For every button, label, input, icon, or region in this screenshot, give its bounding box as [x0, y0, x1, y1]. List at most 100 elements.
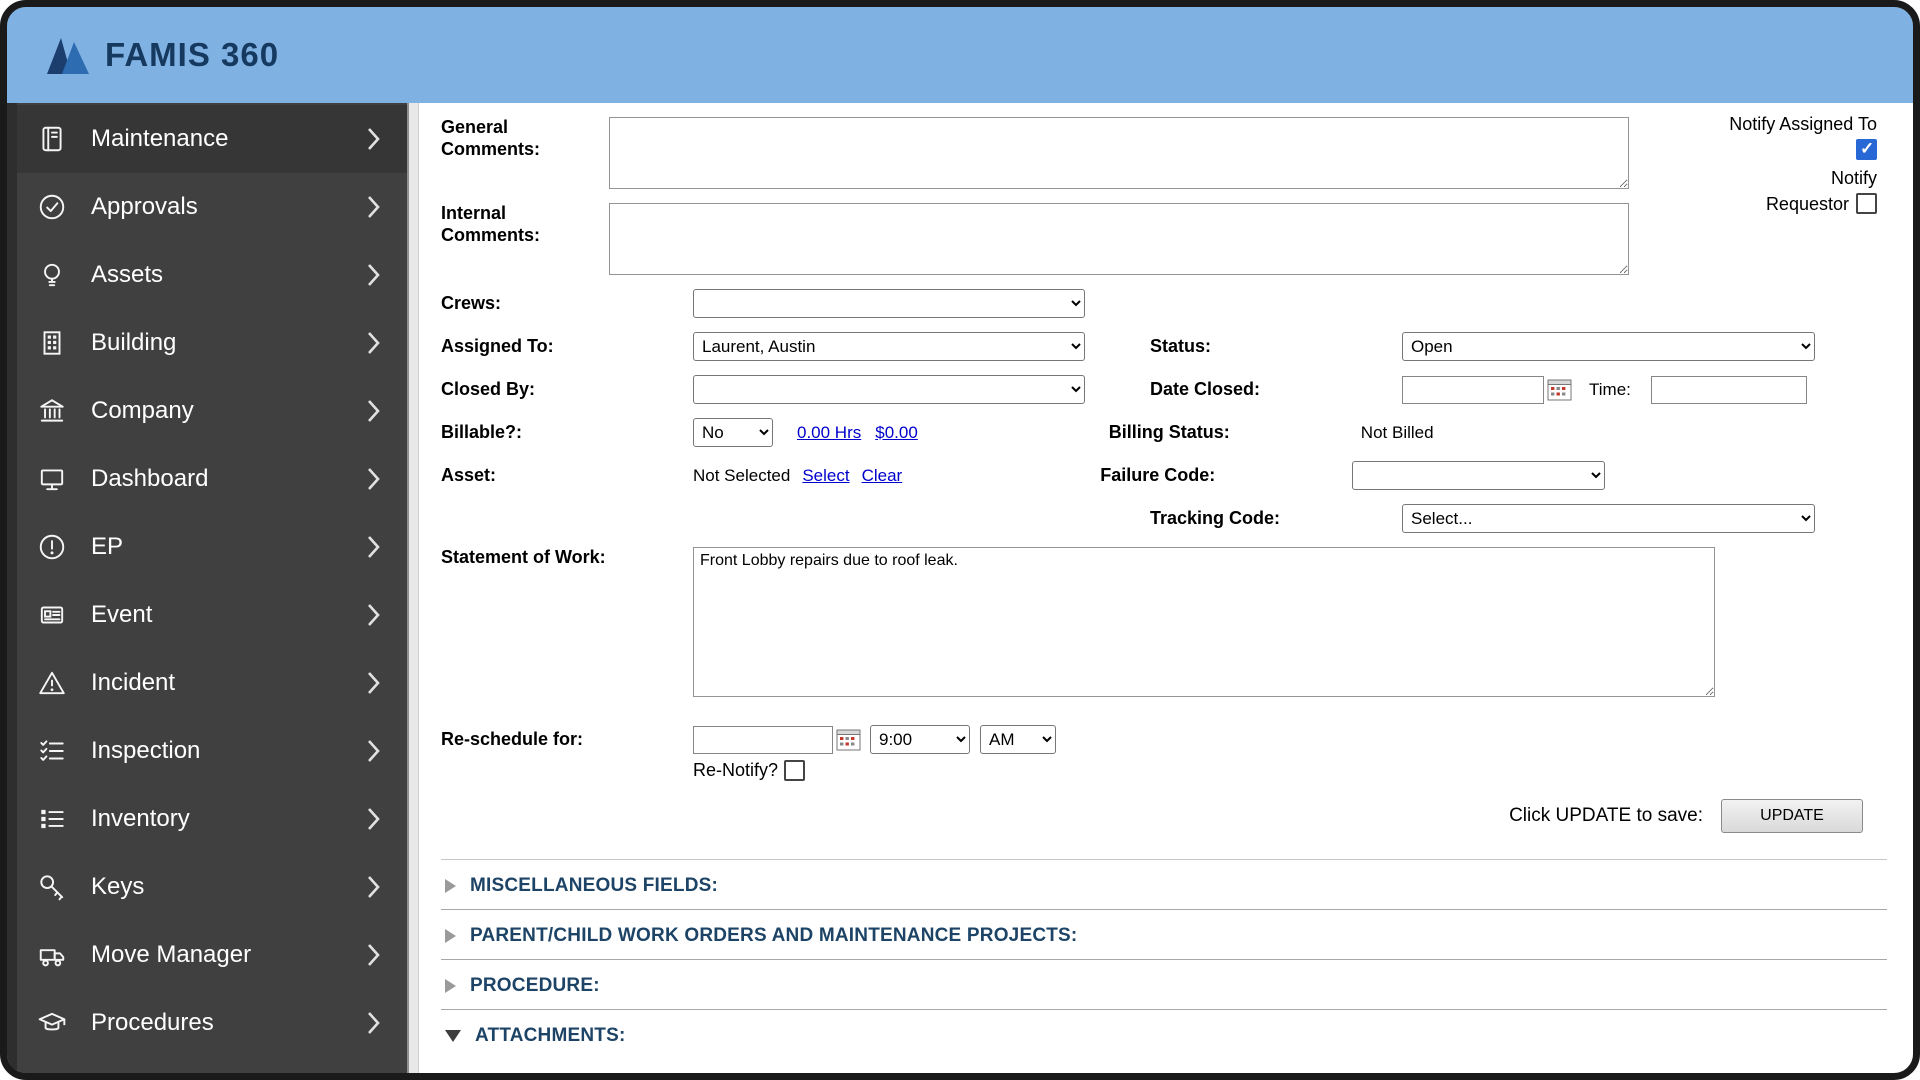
sidebar-item-dashboard[interactable]: Dashboard	[7, 445, 407, 513]
sidebar-item-label: Incident	[91, 669, 176, 696]
sidebar-item-label: Assets	[91, 261, 164, 288]
chevron-right-icon	[367, 670, 381, 696]
sidebar-item-assets[interactable]: Assets	[7, 241, 407, 309]
sidebar-item-company[interactable]: Company	[7, 377, 407, 445]
sidebar-item-event[interactable]: Event	[7, 581, 407, 649]
triangle-right-icon	[445, 929, 456, 943]
sidebar-item-label: Approvals	[91, 193, 198, 220]
collapsible-sections: MISCELLANEOUS FIELDS: PARENT/CHILD WORK …	[441, 859, 1887, 1059]
time-input[interactable]	[1650, 375, 1807, 404]
sidebar-item-label: Keys	[91, 873, 145, 900]
section-attachments[interactable]: ATTACHMENTS:	[441, 1010, 1887, 1059]
chevron-right-icon	[367, 806, 381, 832]
brand-title: FAMIS 360	[105, 36, 280, 73]
general-comments-label: General Comments:	[441, 117, 541, 159]
status-label: Status:	[1150, 335, 1212, 356]
crews-select[interactable]	[693, 289, 1085, 318]
sidebar-item-keys[interactable]: Keys	[7, 853, 407, 921]
triangle-right-icon	[445, 979, 456, 993]
bank-icon	[40, 399, 64, 422]
famis-logo-icon	[47, 38, 89, 74]
date-closed-label: Date Closed:	[1150, 378, 1261, 399]
list-icon	[41, 809, 64, 829]
chevron-right-icon	[367, 398, 381, 424]
sidebar-item-building[interactable]: Building	[7, 309, 407, 377]
internal-comments-label: Internal Comments:	[441, 203, 541, 245]
chevron-right-icon	[367, 738, 381, 764]
sidebar-item-label: Building	[91, 329, 177, 356]
tracking-code-select[interactable]: Select...	[1402, 504, 1815, 533]
sidebar-item-procedures[interactable]: Procedures	[7, 989, 407, 1057]
notify-assigned-to-label: Notify Assigned To	[1729, 114, 1877, 134]
failure-code-label: Failure Code:	[1100, 464, 1216, 485]
chevron-right-icon	[367, 466, 381, 492]
sidebar-item-incident[interactable]: Incident	[7, 649, 407, 717]
assigned-to-label: Assigned To:	[441, 335, 554, 356]
triangle-right-icon	[445, 879, 456, 893]
notify-assigned-to-checkbox[interactable]	[1856, 139, 1877, 161]
section-label: PARENT/CHILD WORK ORDERS AND MAINTENANCE…	[470, 925, 1078, 946]
section-procedure[interactable]: PROCEDURE:	[441, 960, 1887, 1010]
sidebar-item-move-manager[interactable]: Move Manager	[7, 921, 407, 989]
chevron-right-icon	[367, 602, 381, 628]
lightbulb-icon	[44, 263, 60, 287]
section-miscellaneous-fields[interactable]: MISCELLANEOUS FIELDS:	[441, 859, 1887, 910]
key-icon	[40, 875, 64, 901]
truck-icon	[39, 949, 65, 967]
billing-status-value: Not Billed	[1360, 422, 1434, 442]
crews-label: Crews:	[441, 292, 502, 313]
chevron-right-icon	[367, 330, 381, 356]
closed-by-select[interactable]	[693, 375, 1085, 404]
reschedule-ampm-select[interactable]: AM	[980, 725, 1056, 754]
section-parent-child-work-orders[interactable]: PARENT/CHILD WORK ORDERS AND MAINTENANCE…	[441, 910, 1887, 960]
building-icon	[43, 331, 61, 355]
renotify-checkbox[interactable]	[784, 760, 806, 781]
failure-code-select[interactable]	[1352, 461, 1606, 490]
statement-of-work-textarea[interactable]: Front Lobby repairs due to roof leak.	[693, 547, 1715, 697]
sidebar-item-label: Company	[91, 397, 194, 424]
sidebar-scrollbar[interactable]	[407, 103, 419, 1073]
sidebar-item-inventory[interactable]: Inventory	[7, 785, 407, 853]
notify-options: Notify Assigned To Notify Requestor	[1725, 111, 1877, 217]
asset-value: Not Selected	[693, 465, 791, 485]
reschedule-hour-select[interactable]: 9:00	[870, 725, 970, 754]
app-window: FAMIS 360 Maintenance Approvals Assets B…	[0, 0, 1920, 1080]
notify-requestor-option: Notify Requestor	[1759, 165, 1877, 217]
checklist-icon	[40, 740, 64, 761]
status-select[interactable]: Open	[1402, 332, 1815, 361]
sidebar-item-label: Inspection	[91, 737, 201, 764]
sidebar-item-label: Event	[91, 601, 153, 628]
app-header: FAMIS 360	[7, 7, 1913, 103]
sidebar-item-label: EP	[91, 533, 124, 560]
asset-clear-link[interactable]: Clear	[862, 466, 903, 486]
billable-select[interactable]: No	[693, 418, 773, 447]
general-comments-textarea[interactable]	[609, 117, 1629, 189]
reschedule-label: Re-schedule for:	[441, 728, 584, 749]
sidebar-item-approvals[interactable]: Approvals	[7, 173, 407, 241]
sidebar-item-inspection[interactable]: Inspection	[7, 717, 407, 785]
calendar-icon[interactable]	[836, 728, 862, 752]
monitor-icon	[40, 469, 64, 491]
chevron-right-icon	[367, 874, 381, 900]
internal-comments-textarea[interactable]	[609, 203, 1629, 275]
notify-assigned-to-option: Notify Assigned To	[1725, 111, 1877, 163]
update-button[interactable]: UPDATE	[1721, 799, 1863, 833]
sidebar-item-maintenance[interactable]: Maintenance	[7, 105, 407, 173]
reschedule-date-input[interactable]	[693, 725, 833, 754]
billable-hours-link[interactable]: 0.00 Hrs	[797, 423, 861, 443]
sidebar-item-ep[interactable]: EP	[7, 513, 407, 581]
calendar-icon[interactable]	[1547, 378, 1573, 402]
closed-by-label: Closed By:	[441, 378, 536, 399]
chevron-right-icon	[367, 262, 381, 288]
assigned-to-select[interactable]: Laurent, Austin	[693, 332, 1085, 361]
card-icon	[40, 606, 64, 624]
chevron-right-icon	[367, 942, 381, 968]
billable-amount-link[interactable]: $0.00	[875, 423, 918, 443]
date-closed-input[interactable]	[1402, 375, 1544, 404]
update-hint: Click UPDATE to save:	[1509, 805, 1703, 826]
notify-requestor-checkbox[interactable]	[1856, 193, 1877, 215]
time-label: Time:	[1589, 379, 1631, 399]
exclamation-circle-icon	[39, 534, 65, 560]
asset-select-link[interactable]: Select	[802, 466, 849, 486]
work-order-form: Notify Assigned To Notify Requestor Gene…	[419, 103, 1913, 1073]
